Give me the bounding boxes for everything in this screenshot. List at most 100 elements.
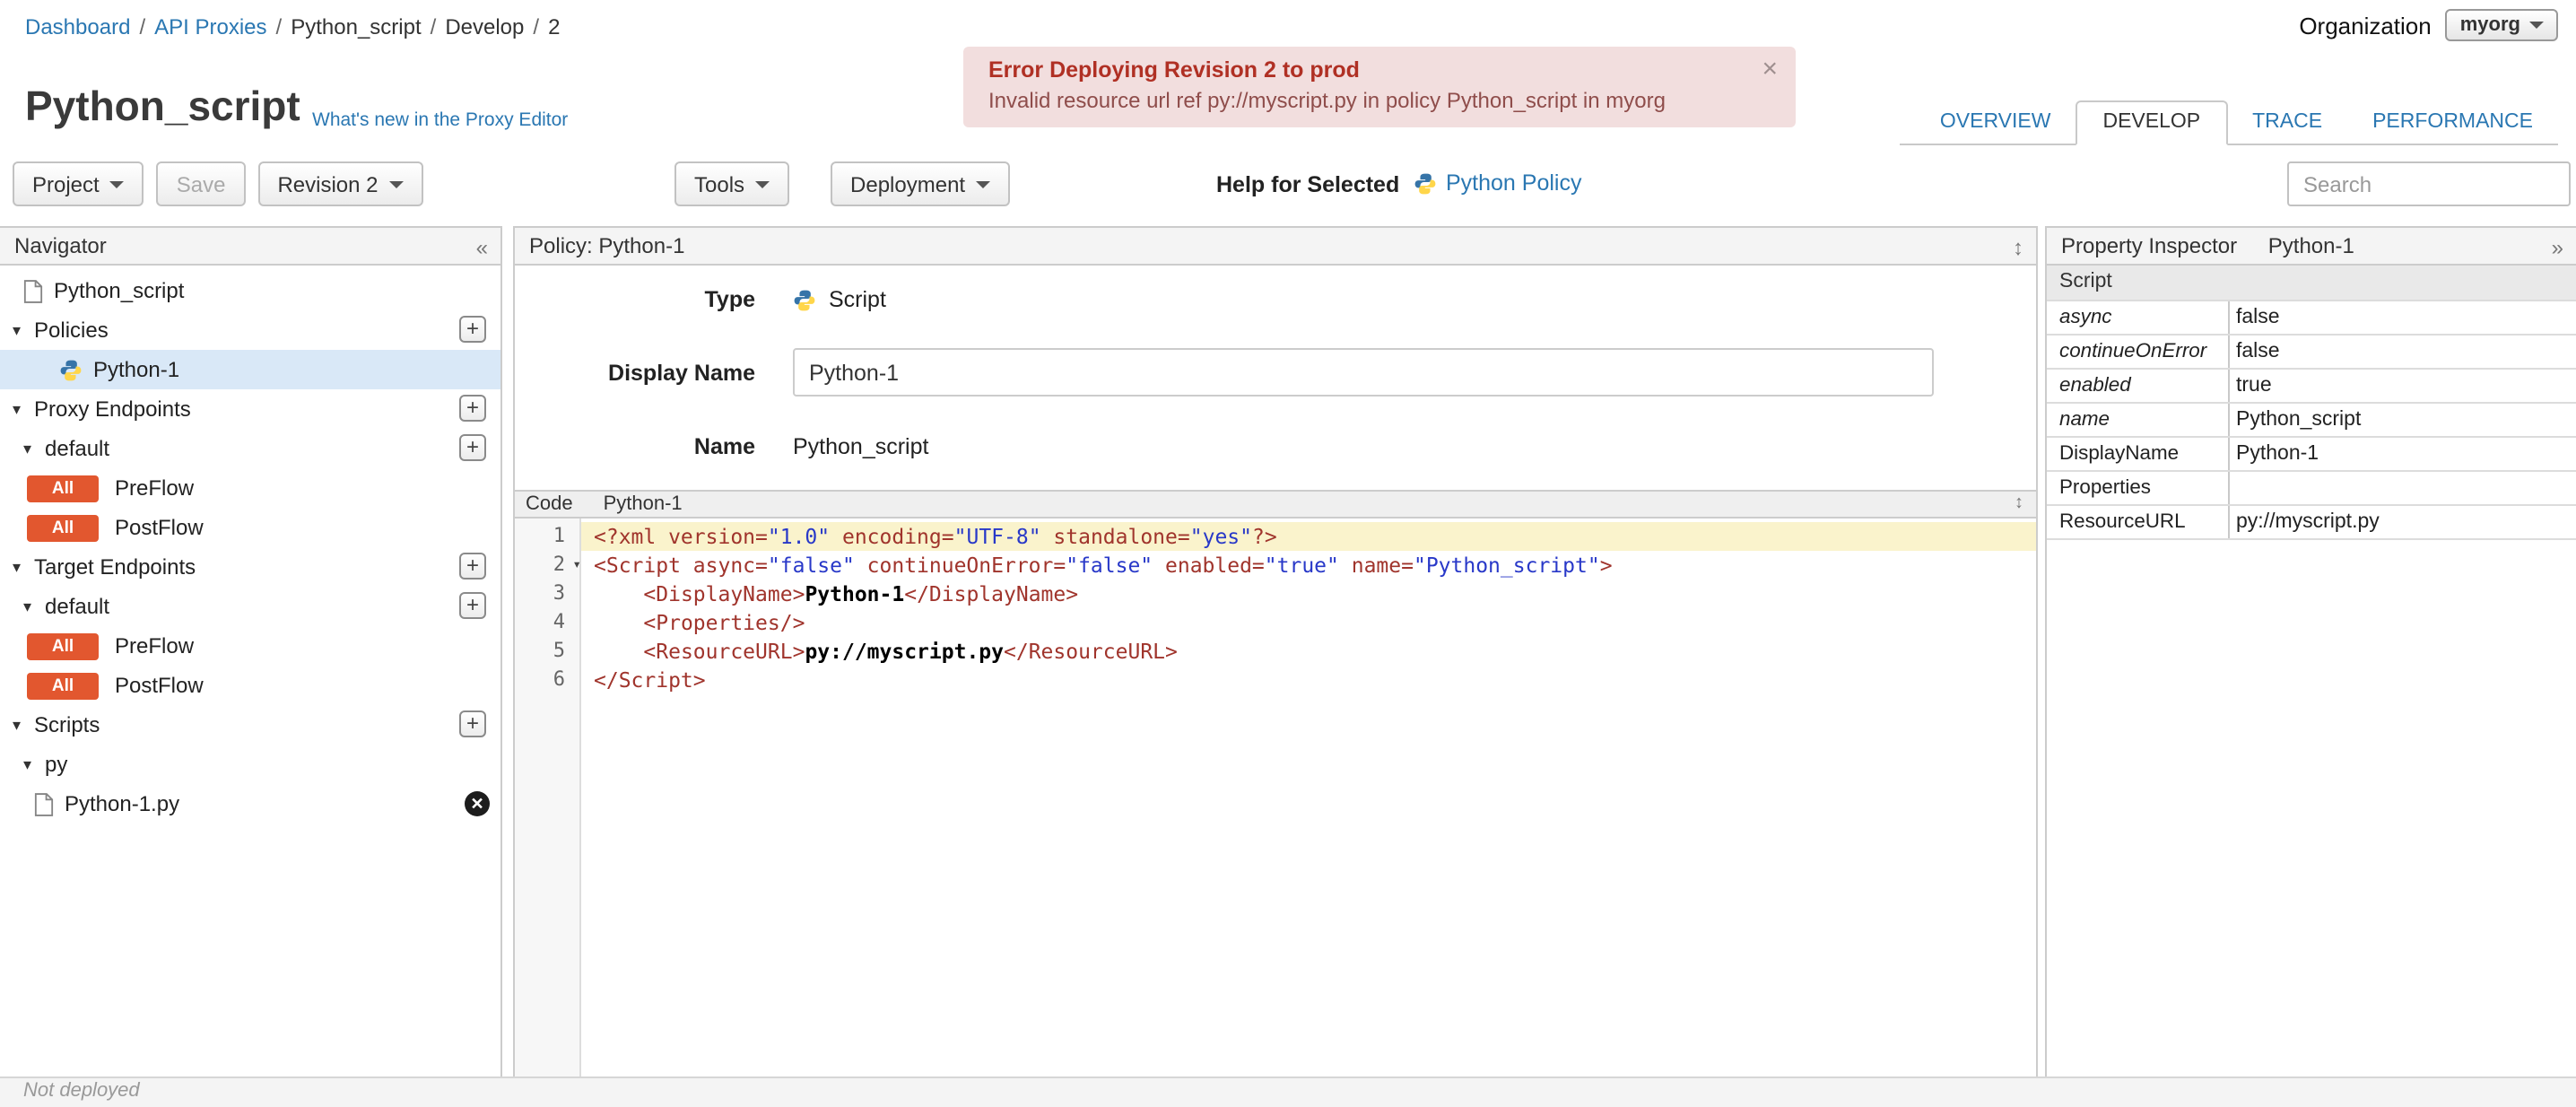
- property-name: name: [2047, 402, 2229, 437]
- navigator-item-preflow[interactable]: All PreFlow: [0, 468, 500, 508]
- property-name: enabled: [2047, 368, 2229, 403]
- line-number: 1: [553, 524, 565, 547]
- item-label: PostFlow: [115, 515, 204, 540]
- add-button[interactable]: +: [459, 710, 486, 737]
- add-button[interactable]: +: [459, 592, 486, 619]
- property-value[interactable]: [2228, 470, 2576, 505]
- collapse-triangle-icon[interactable]: ▾: [13, 320, 32, 340]
- property-row-displayname[interactable]: DisplayName Python-1: [2047, 436, 2576, 471]
- property-value[interactable]: py://myscript.py: [2228, 504, 2576, 539]
- code-line[interactable]: 5 <ResourceURL>py://myscript.py</Resourc…: [515, 637, 2036, 666]
- tools-button-label: Tools: [694, 171, 745, 196]
- collapse-triangle-icon[interactable]: ▾: [23, 439, 43, 458]
- python-policy-help-link[interactable]: Python Policy: [1446, 170, 1581, 196]
- property-row-properties[interactable]: Properties: [2047, 470, 2576, 505]
- project-button[interactable]: Project: [13, 161, 144, 206]
- navigator-item-postflow[interactable]: All PostFlow: [0, 508, 500, 547]
- flow-condition-badge: All: [27, 514, 99, 541]
- navigator-item-preflow[interactable]: All PreFlow: [0, 626, 500, 666]
- collapse-triangle-icon[interactable]: ▾: [13, 399, 32, 419]
- navigator-item-default[interactable]: ▾ default +: [0, 587, 500, 626]
- item-label: default: [45, 594, 110, 619]
- code-line[interactable]: 1 <?xml version="1.0" encoding="UTF-8" st…: [515, 522, 2036, 551]
- property-row-resourceurl[interactable]: ResourceURL py://myscript.py: [2047, 504, 2576, 539]
- whats-new-link[interactable]: What's new in the Proxy Editor: [312, 109, 568, 131]
- name-value: Python_script: [793, 434, 929, 459]
- collapse-left-panel-icon[interactable]: «: [476, 230, 488, 266]
- property-row-async[interactable]: async false: [2047, 300, 2576, 335]
- breadcrumb-item[interactable]: Dashboard: [25, 14, 130, 39]
- tab-overview[interactable]: OVERVIEW: [1915, 102, 2076, 144]
- add-button[interactable]: +: [459, 395, 486, 422]
- search-input[interactable]: [2287, 161, 2571, 206]
- collapse-triangle-icon[interactable]: ▾: [23, 754, 43, 774]
- code-line[interactable]: 6 </Script>: [515, 666, 2036, 694]
- navigator-item-proxy-endpoints[interactable]: ▾ Proxy Endpoints +: [0, 389, 500, 429]
- property-value[interactable]: Python_script: [2228, 402, 2576, 437]
- add-button[interactable]: +: [459, 553, 486, 580]
- line-number: 5: [553, 639, 565, 662]
- property-value[interactable]: Python-1: [2228, 436, 2576, 471]
- property-value[interactable]: false: [2228, 334, 2576, 369]
- file-icon: [34, 792, 54, 815]
- collapse-triangle-icon[interactable]: ▾: [13, 715, 32, 735]
- navigator-item-target-endpoints[interactable]: ▾ Target Endpoints +: [0, 547, 500, 587]
- property-value[interactable]: true: [2228, 368, 2576, 403]
- organization-dropdown[interactable]: myorg: [2445, 9, 2558, 41]
- add-button[interactable]: +: [459, 316, 486, 343]
- add-button[interactable]: +: [459, 434, 486, 461]
- breadcrumb: Dashboard / API Proxies / Python_script / Deve…: [25, 14, 560, 39]
- navigator-item-default[interactable]: ▾ default +: [0, 429, 500, 468]
- navigator-item-policies[interactable]: ▾ Policies +: [0, 310, 500, 350]
- close-icon[interactable]: ×: [1762, 54, 1778, 84]
- item-label: Python_script: [54, 278, 185, 303]
- chevron-down-icon: [109, 180, 125, 187]
- navigator-item-python-script[interactable]: Python_script: [0, 271, 500, 310]
- tab-performance[interactable]: PERFORMANCE: [2347, 102, 2558, 144]
- navigator-item-postflow[interactable]: All PostFlow: [0, 666, 500, 705]
- name-label: Name: [693, 434, 755, 459]
- breadcrumb-item[interactable]: API Proxies: [154, 14, 266, 39]
- delete-icon[interactable]: ✕: [465, 791, 490, 816]
- tab-trace[interactable]: TRACE: [2227, 102, 2347, 144]
- property-table: Script async false continueOnError false ena…: [2047, 266, 2576, 539]
- organization-value: myorg: [2459, 14, 2520, 36]
- property-value[interactable]: false: [2228, 300, 2576, 335]
- navigator-item-python-1-py[interactable]: Python-1.py ✕: [0, 784, 500, 824]
- collapse-triangle-icon[interactable]: ▾: [23, 597, 43, 616]
- display-name-input[interactable]: [793, 348, 1934, 397]
- collapse-right-panel-icon[interactable]: »: [2552, 230, 2563, 266]
- tools-button[interactable]: Tools: [674, 161, 790, 206]
- item-label: default: [45, 436, 110, 461]
- property-row-continueonerror[interactable]: continueOnError false: [2047, 334, 2576, 369]
- breadcrumb-item: Python_script: [291, 14, 422, 39]
- item-label: PostFlow: [115, 673, 204, 698]
- navigator-item-scripts[interactable]: ▾ Scripts +: [0, 705, 500, 745]
- policy-panel-header: Policy: Python-1 ↕: [515, 226, 2036, 266]
- navigator-item-python-1[interactable]: Python-1: [0, 350, 500, 389]
- breadcrumb-separator: /: [533, 14, 540, 39]
- save-button[interactable]: Save: [156, 161, 246, 206]
- help-for-selected-label: Help for Selected: [1216, 172, 1400, 197]
- code-editor[interactable]: 1 <?xml version="1.0" encoding="UTF-8" st…: [515, 519, 2036, 1076]
- expand-collapse-icon[interactable]: ↕: [2013, 230, 2023, 266]
- type-label: Type: [704, 287, 756, 312]
- code-line[interactable]: 2 ▾ <Script async="false" continueOnError=…: [515, 551, 2036, 580]
- code-line[interactable]: 3 <DisplayName>Python-1</DisplayName>: [515, 580, 2036, 608]
- property-name: Properties: [2047, 470, 2229, 505]
- type-value-group: Script: [793, 287, 886, 312]
- deployment-button[interactable]: Deployment: [831, 161, 1011, 206]
- revision-button[interactable]: Revision 2: [257, 161, 423, 206]
- navigator-item-py[interactable]: ▾ py: [0, 745, 500, 784]
- code-text: <Script async="false" continueOnError="f…: [594, 553, 1613, 578]
- tab-develop[interactable]: DEVELOP: [2076, 100, 2228, 145]
- navigator-panel: Navigator « Python_script ▾ Policies + Pytho…: [0, 226, 502, 1076]
- property-row-enabled[interactable]: enabled true: [2047, 368, 2576, 403]
- property-row-name[interactable]: name Python_script: [2047, 402, 2576, 437]
- expand-collapse-icon[interactable]: ↕: [2015, 492, 2023, 517]
- code-line[interactable]: 4 <Properties/>: [515, 608, 2036, 637]
- breadcrumb-item: 2: [548, 14, 561, 39]
- fold-icon[interactable]: ▾: [572, 551, 581, 580]
- property-section-label: Script: [2047, 266, 2576, 301]
- collapse-triangle-icon[interactable]: ▾: [13, 557, 32, 577]
